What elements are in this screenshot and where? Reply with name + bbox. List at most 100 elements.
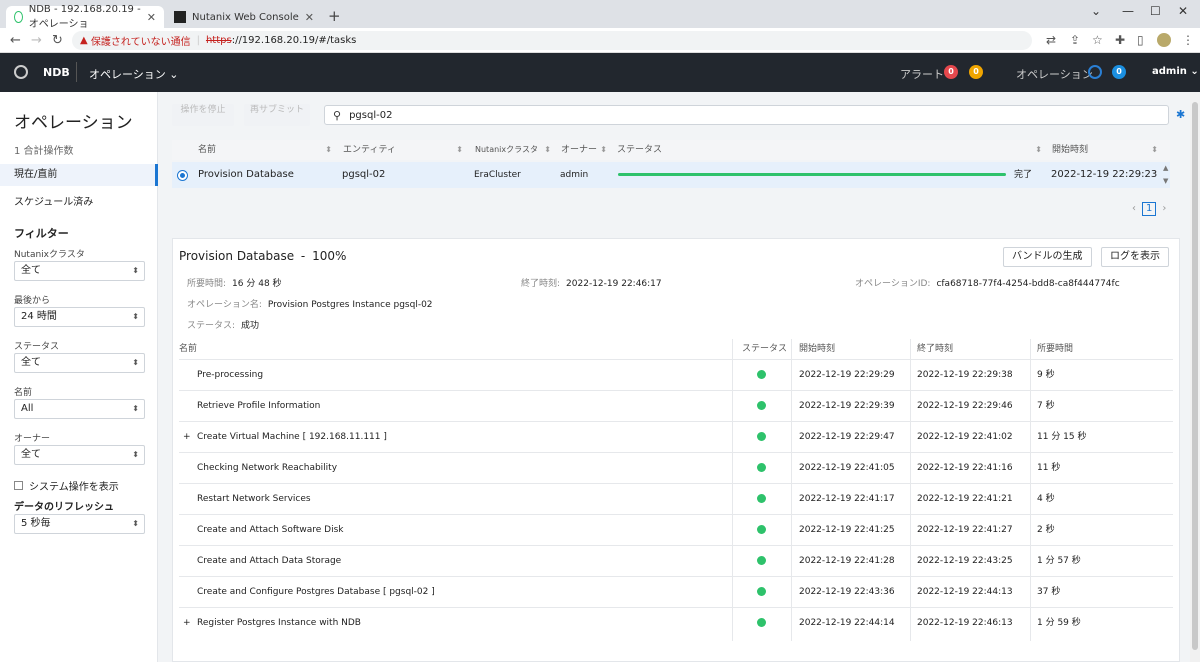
- operation-id-meta: オペレーションID: cfa68718-77f4-4254-bdd8-ca8f44…: [855, 276, 1120, 289]
- prev-page-icon[interactable]: ‹: [1132, 203, 1136, 214]
- resubmit-button[interactable]: 再サブミット: [244, 104, 310, 126]
- table-row[interactable]: Create and Configure Postgres Database […: [179, 576, 1173, 607]
- table-row[interactable]: Create and Attach Software Disk 2022-12-1…: [179, 514, 1173, 545]
- detail-title: Provision Database - 100%: [179, 249, 346, 263]
- status-filter-select[interactable]: 全て ⬍: [14, 353, 145, 373]
- name-filter-label: 名前: [14, 388, 33, 398]
- sidebar-item-current[interactable]: 現在/直前: [0, 164, 158, 186]
- checkbox-box[interactable]: [14, 481, 23, 490]
- scrollbar-thumb[interactable]: [1192, 102, 1198, 650]
- operations-count-badge[interactable]: 0: [1112, 65, 1126, 79]
- sort-icon[interactable]: ⬍: [1035, 140, 1042, 160]
- minimize-icon[interactable]: —: [1122, 4, 1134, 18]
- sidepanel-icon[interactable]: ▯: [1137, 33, 1144, 47]
- step-end: 2022-12-19 22:41:16: [917, 463, 1013, 473]
- sort-icon[interactable]: ⬍: [544, 140, 551, 160]
- insecure-label: 保護されていない通信: [90, 37, 191, 48]
- select-value: 全て: [21, 357, 41, 368]
- system-ops-checkbox[interactable]: システム操作を表示: [14, 478, 119, 493]
- url-field[interactable]: ▲ 保護されていない通信 | https ://192.168.20.19/#/…: [72, 31, 1032, 50]
- operations-label[interactable]: オペレーション: [1016, 66, 1093, 82]
- select-caret-icon: ⬍: [132, 519, 139, 528]
- translate-icon[interactable]: ⇄: [1046, 33, 1056, 47]
- table-row[interactable]: Pre-processing 2022-12-19 22:29:29 2022-12…: [179, 359, 1173, 390]
- extensions-icon[interactable]: ✚: [1115, 33, 1125, 47]
- refresh-select[interactable]: 5 秒毎 ⬍: [14, 514, 145, 534]
- table-row[interactable]: Restart Network Services 2022-12-19 22:41…: [179, 483, 1173, 514]
- success-check-icon: [757, 525, 766, 534]
- show-log-button[interactable]: ログを表示: [1101, 247, 1169, 267]
- sidebar-item-scheduled[interactable]: スケジュール済み: [0, 192, 158, 214]
- share-icon[interactable]: ⇪: [1070, 33, 1080, 47]
- col-cluster[interactable]: Nutanixクラスタ ⬍: [471, 140, 555, 160]
- sort-icon[interactable]: ⬍: [600, 140, 607, 160]
- gear-icon[interactable]: ✱: [1176, 108, 1185, 121]
- back-icon[interactable]: ←: [10, 33, 21, 48]
- maximize-icon[interactable]: ☐: [1150, 4, 1161, 18]
- table-row[interactable]: Retrieve Profile Information 2022-12-19 2…: [179, 390, 1173, 421]
- pagination: ‹ 1 ›: [1132, 202, 1166, 216]
- sort-icon[interactable]: ⬍: [456, 140, 463, 160]
- menu-icon[interactable]: ⋮: [1182, 33, 1194, 47]
- reload-icon[interactable]: ↻: [52, 33, 63, 48]
- step-name: Create and Configure Postgres Database […: [197, 587, 435, 597]
- close-tab-icon[interactable]: ✕: [147, 11, 156, 24]
- end-time-meta: 終了時刻: 2022-12-19 22:46:17: [521, 276, 662, 289]
- col-owner[interactable]: オーナー ⬍: [557, 140, 611, 160]
- row-radio[interactable]: [178, 171, 187, 180]
- warning-alert-badge[interactable]: 0: [969, 65, 983, 79]
- select-caret-icon: ⬍: [132, 358, 139, 367]
- tab-search-icon[interactable]: ⌄: [1091, 4, 1101, 18]
- col-start[interactable]: 開始時刻 ⬍: [1048, 140, 1162, 160]
- name-filter-select[interactable]: All ⬍: [14, 399, 145, 419]
- close-tab-icon[interactable]: ✕: [305, 11, 314, 24]
- forward-icon[interactable]: →: [31, 33, 42, 48]
- step-end: 2022-12-19 22:41:27: [917, 525, 1013, 535]
- cluster-filter-select[interactable]: 全て ⬍: [14, 261, 145, 281]
- user-menu[interactable]: admin ⌄: [1152, 66, 1199, 77]
- warning-icon: ▲: [80, 35, 91, 46]
- step-end: 2022-12-19 22:29:38: [917, 370, 1013, 380]
- table-row[interactable]: + Create Virtual Machine [ 192.168.11.111…: [179, 421, 1173, 452]
- search-value: pgsql-02: [349, 109, 393, 121]
- table-row[interactable]: Checking Network Reachability 2022-12-19 …: [179, 452, 1173, 483]
- step-name: Create and Attach Software Disk: [197, 525, 344, 535]
- page-number[interactable]: 1: [1142, 202, 1157, 216]
- col-status[interactable]: ステータス ⬍: [613, 140, 1046, 160]
- owner-filter-select[interactable]: 全て ⬍: [14, 445, 145, 465]
- row-scroll-arrows-icon[interactable]: ▲ ▼: [1163, 162, 1168, 188]
- col-label: ステータス: [617, 145, 663, 155]
- search-input[interactable]: ⚲ pgsql-02: [324, 105, 1169, 125]
- alerts-label[interactable]: アラート: [900, 66, 944, 82]
- close-window-icon[interactable]: ✕: [1178, 4, 1188, 18]
- time-filter-select[interactable]: 24 時間 ⬍: [14, 307, 145, 327]
- table-row[interactable]: + Register Postgres Instance with NDB 2022…: [179, 607, 1173, 638]
- next-page-icon[interactable]: ›: [1162, 203, 1166, 214]
- new-tab-icon[interactable]: +: [328, 7, 341, 25]
- table-row[interactable]: Provision Database pgsql-02 EraCluster a…: [172, 162, 1170, 188]
- address-bar: ← → ↻ ▲ 保護されていない通信 | https ://192.168.20…: [0, 28, 1200, 53]
- critical-alert-badge[interactable]: 0: [944, 65, 958, 79]
- table-row[interactable]: Create and Attach Data Storage 2022-12-19…: [179, 545, 1173, 576]
- step-duration: 1 分 57 秒: [1037, 556, 1081, 566]
- operations-menu[interactable]: オペレーション ⌄: [89, 66, 179, 82]
- sort-icon[interactable]: ⬍: [325, 140, 332, 160]
- success-check-icon: [757, 401, 766, 410]
- browser-tab-ndb[interactable]: NDB - 192.168.20.19 - オペレーショ ✕: [6, 4, 164, 30]
- step-end: 2022-12-19 22:43:25: [917, 556, 1013, 566]
- sort-icon[interactable]: ⬍: [1151, 140, 1158, 160]
- expand-icon[interactable]: +: [183, 608, 191, 639]
- col-entity[interactable]: エンティティ ⬍: [339, 140, 467, 160]
- profile-avatar[interactable]: [1157, 33, 1171, 47]
- meta-value: 2022-12-19 22:46:17: [566, 279, 662, 289]
- generate-bundle-button[interactable]: バンドルの生成: [1003, 247, 1092, 267]
- select-value: 5 秒毎: [21, 518, 51, 529]
- bookmark-icon[interactable]: ☆: [1092, 33, 1103, 47]
- select-caret-icon: ⬍: [132, 312, 139, 321]
- browser-tab-nutanix[interactable]: Nutanix Web Console ✕: [166, 6, 322, 28]
- step-end: 2022-12-19 22:41:21: [917, 494, 1013, 504]
- stop-operation-button[interactable]: 操作を停止: [172, 104, 234, 126]
- col-name[interactable]: 名前 ⬍: [194, 140, 336, 160]
- expand-icon[interactable]: +: [183, 422, 191, 453]
- browser-tab-strip: NDB - 192.168.20.19 - オペレーショ ✕ Nutanix W…: [0, 0, 1200, 30]
